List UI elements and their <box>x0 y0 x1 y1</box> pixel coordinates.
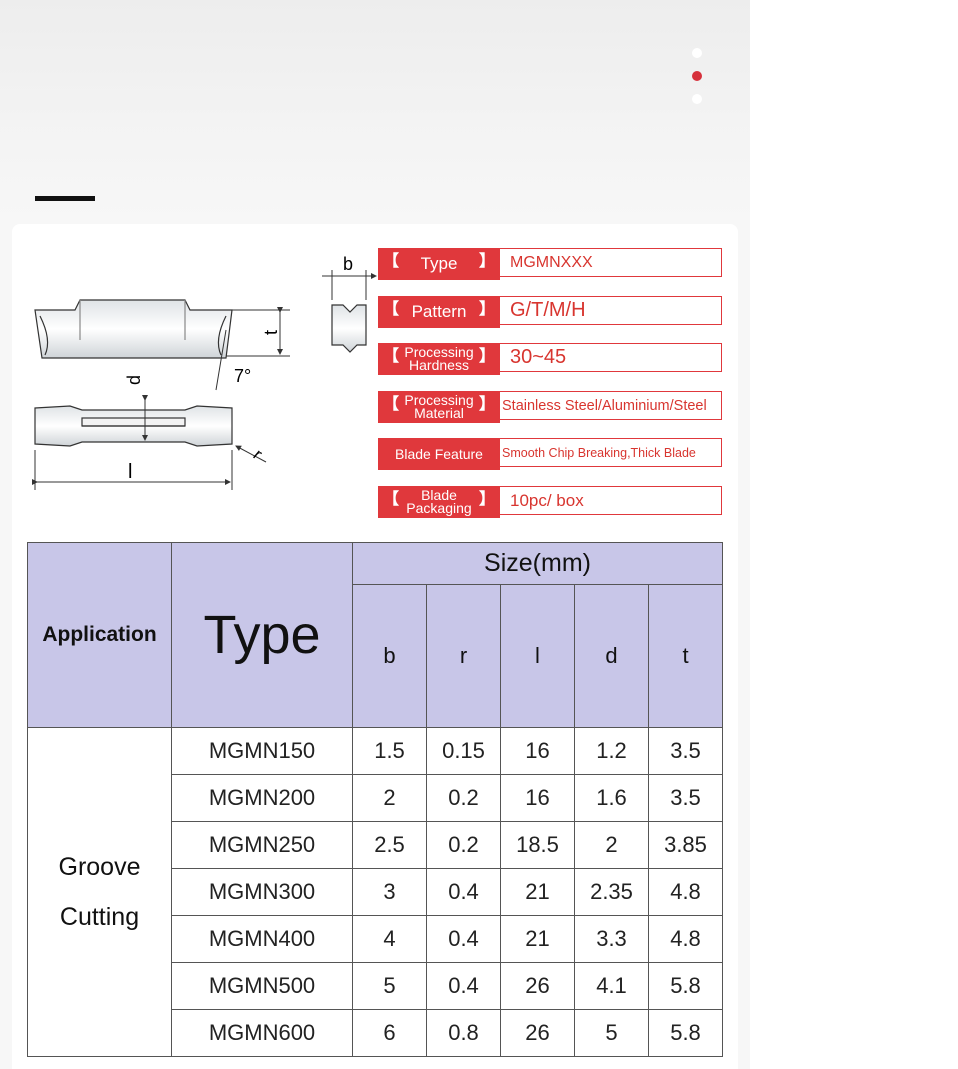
dim-label-d: d <box>124 375 144 385</box>
dim-label-l: l <box>128 461 132 483</box>
dim-label-t: t <box>261 330 281 335</box>
l-cell: 26 <box>500 962 575 1010</box>
dim-header-l: l <box>500 584 575 728</box>
side-view <box>34 299 233 359</box>
size-table: Application Type Size(mm) b r l d t Groo… <box>27 542 723 1057</box>
b-cell: 1.5 <box>352 727 427 775</box>
l-cell: 16 <box>500 727 575 775</box>
t-cell: 3.85 <box>648 821 723 869</box>
type-cell: MGMN500 <box>171 962 353 1010</box>
b-cell: 5 <box>352 962 427 1010</box>
spec-row-hardness: 【 Processing Hardness 】 30~45 <box>378 343 725 375</box>
l-cell: 18.5 <box>500 821 575 869</box>
b-cell: 4 <box>352 915 427 963</box>
t-cell: 4.8 <box>648 868 723 916</box>
d-cell: 3.3 <box>574 915 649 963</box>
spec-label: 【 Processing Hardness 】 <box>378 343 500 375</box>
application-cell: Groove Cutting <box>27 727 172 1057</box>
l-cell: 16 <box>500 774 575 822</box>
t-cell: 5.8 <box>648 1009 723 1057</box>
spec-value: 30~45 <box>500 343 722 372</box>
dim-header-t: t <box>648 584 723 728</box>
spec-value: Smooth Chip Breaking,Thick Blade <box>500 438 722 467</box>
d-cell: 4.1 <box>574 962 649 1010</box>
type-cell: MGMN300 <box>171 868 353 916</box>
type-header: Type <box>171 542 353 728</box>
dim-header-d: d <box>574 584 649 728</box>
b-cell: 2.5 <box>352 821 427 869</box>
size-header: Size(mm) <box>352 542 723 585</box>
type-cell: MGMN400 <box>171 915 353 963</box>
spec-label: 【 Processing Material 】 <box>378 391 500 423</box>
spec-label: 【 Blade Packaging 】 <box>378 486 500 518</box>
type-cell: MGMN150 <box>171 727 353 775</box>
spec-row-material: 【 Processing Material 】 Stainless Steel/A… <box>378 391 725 423</box>
table-row: Groove Cutting MGMN150 1.5 0.15 16 1.2 3.… <box>27 727 723 1057</box>
r-cell: 0.2 <box>426 774 501 822</box>
d-cell: 1.6 <box>574 774 649 822</box>
t-cell: 3.5 <box>648 774 723 822</box>
spec-value: MGMNXXX <box>500 248 722 277</box>
d-cell: 2 <box>574 821 649 869</box>
b-cell: 6 <box>352 1009 427 1057</box>
top-view <box>34 405 233 447</box>
d-cell: 2.35 <box>574 868 649 916</box>
type-cell: MGMN600 <box>171 1009 353 1057</box>
t-cell: 5.8 <box>648 962 723 1010</box>
spec-row-pattern: 【Pattern】 G/T/M/H <box>378 296 725 328</box>
type-cell: MGMN250 <box>171 821 353 869</box>
d-cell: 1.2 <box>574 727 649 775</box>
l-cell: 21 <box>500 915 575 963</box>
end-view <box>331 304 367 353</box>
spec-label: 【Pattern】 <box>378 296 500 328</box>
r-cell: 0.4 <box>426 868 501 916</box>
r-cell: 0.2 <box>426 821 501 869</box>
t-cell: 4.8 <box>648 915 723 963</box>
dim-header-r: r <box>426 584 501 728</box>
dim-header-b: b <box>352 584 427 728</box>
l-cell: 21 <box>500 868 575 916</box>
spec-label: Blade Feature <box>378 438 500 470</box>
spec-label: 【Type】 <box>378 248 500 280</box>
d-cell: 5 <box>574 1009 649 1057</box>
spec-row-blade-feature: Blade Feature Smooth Chip Breaking,Thick… <box>378 438 725 470</box>
dim-label-b: b <box>343 254 353 274</box>
dim-label-angle: 7° <box>234 366 251 386</box>
spec-value: 10pc/ box <box>500 486 722 515</box>
r-cell: 0.4 <box>426 962 501 1010</box>
application-header: Application <box>27 542 172 728</box>
spec-value: G/T/M/H <box>500 296 722 325</box>
b-cell: 2 <box>352 774 427 822</box>
spec-row-packaging: 【 Blade Packaging 】 10pc/ box <box>378 486 725 518</box>
l-cell: 26 <box>500 1009 575 1057</box>
spec-value: Stainless Steel/Aluminium/Steel <box>500 391 722 420</box>
spec-row-type: 【Type】 MGMNXXX <box>378 248 725 280</box>
t-cell: 3.5 <box>648 727 723 775</box>
r-cell: 0.15 <box>426 727 501 775</box>
r-cell: 0.4 <box>426 915 501 963</box>
r-cell: 0.8 <box>426 1009 501 1057</box>
type-cell: MGMN200 <box>171 774 353 822</box>
b-cell: 3 <box>352 868 427 916</box>
